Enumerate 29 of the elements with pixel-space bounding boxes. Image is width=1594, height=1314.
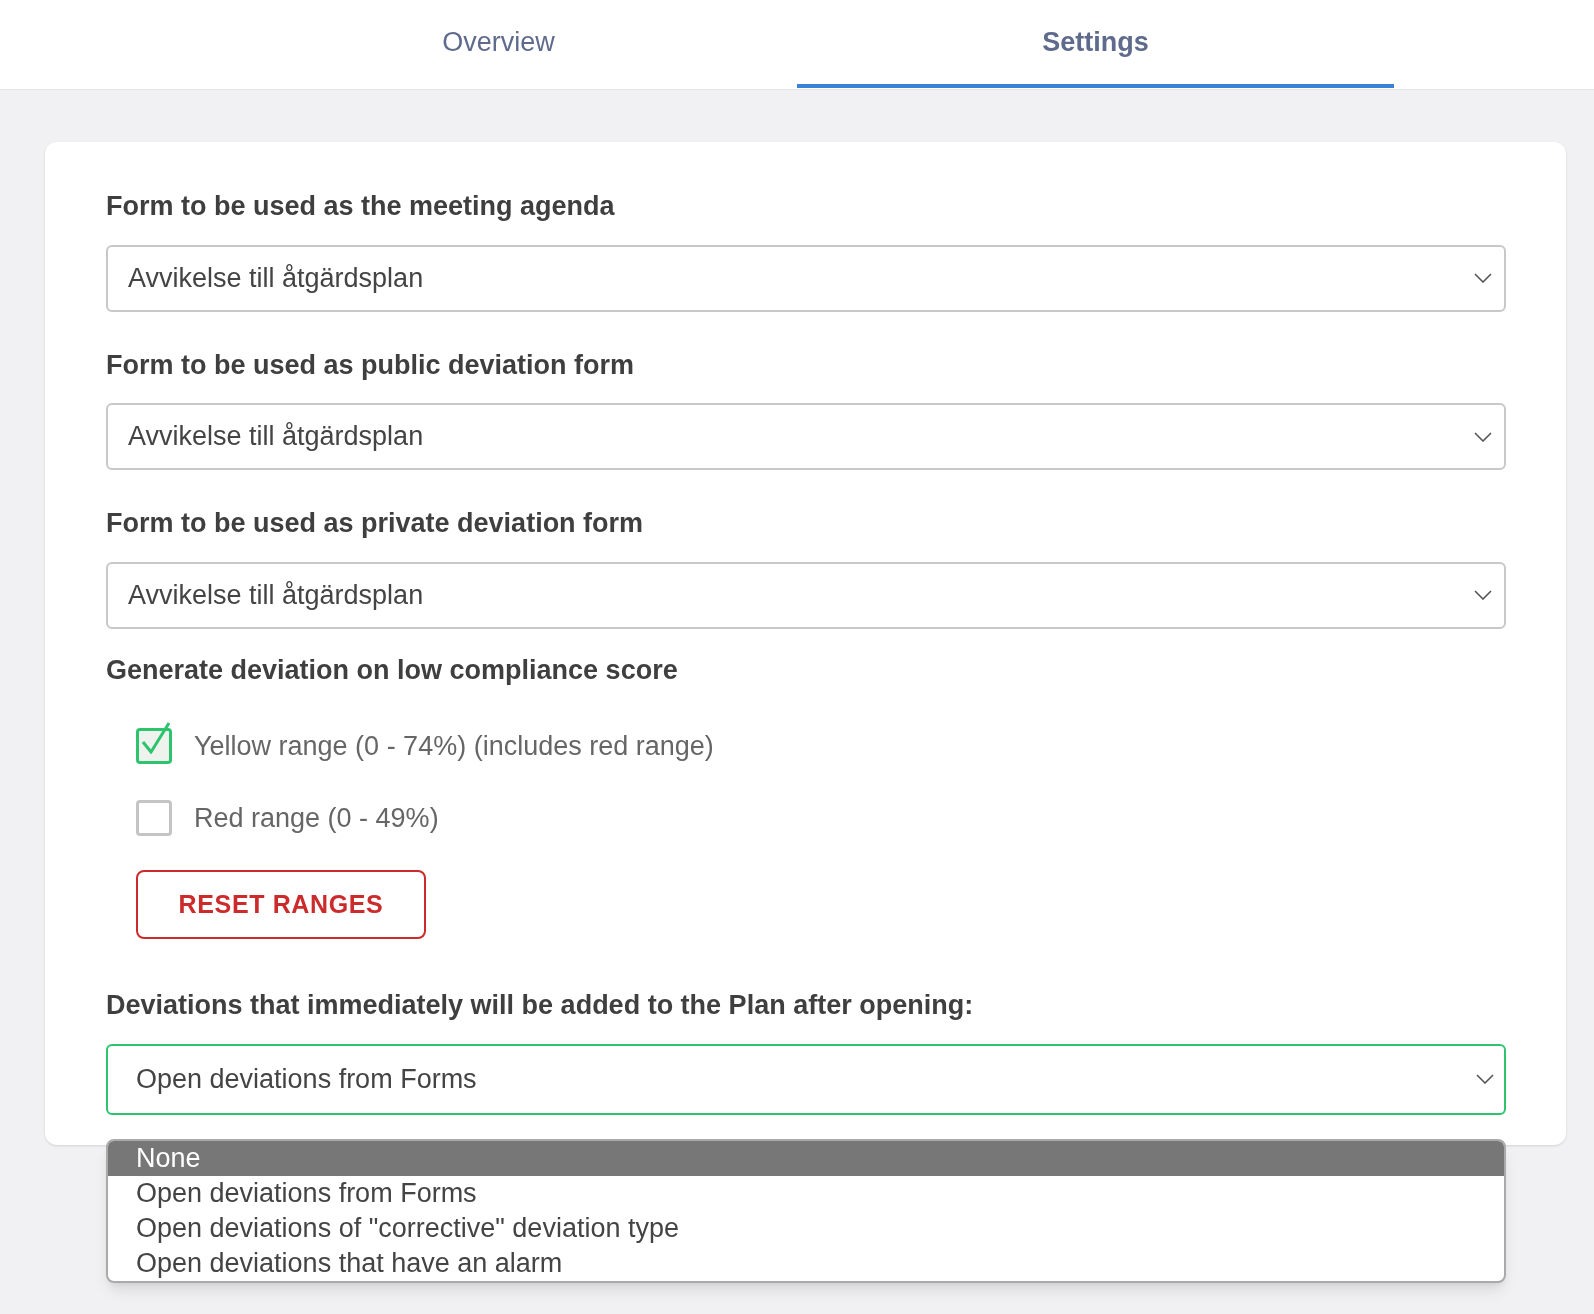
checkbox[interactable]: [136, 800, 172, 836]
checkbox[interactable]: [136, 728, 172, 764]
select-value: Avvikelse till åtgärdsplan: [128, 420, 424, 454]
select-value: Avvikelse till åtgärdsplan: [128, 261, 424, 295]
checkbox-label: Yellow range (0 - 74%) (includes red range): [194, 729, 714, 763]
dropdown-option[interactable]: Open deviations of "corrective" deviation type: [108, 1211, 1504, 1246]
select-field[interactable]: Avvikelse till åtgärdsplan: [106, 561, 1506, 629]
select-field[interactable]: Open deviations from Forms: [106, 1043, 1506, 1115]
checkmark-icon: [142, 722, 170, 754]
select-value: Avvikelse till åtgärdsplan: [128, 578, 424, 612]
dropdown-option[interactable]: Open deviations from Forms: [108, 1176, 1504, 1211]
field-label: Form to be used as private deviation form: [106, 507, 645, 540]
field-label: Form to be used as public deviation form: [106, 348, 636, 382]
section-heading: Generate deviation on low compliance score: [106, 653, 679, 687]
chevron-down-icon: [1476, 1074, 1494, 1084]
field-label: Form to be used as the meeting agenda: [106, 190, 616, 223]
checkbox-label: Red range (0 - 49%): [194, 801, 439, 835]
select-field[interactable]: Avvikelse till åtgärdsplan: [106, 244, 1506, 312]
chevron-down-icon: [1474, 590, 1492, 600]
field-label: Deviations that immediately will be added to the Plan after opening:: [106, 989, 975, 1022]
tab[interactable]: Overview: [200, 0, 797, 88]
chevron-down-icon: [1474, 273, 1492, 283]
dropdown-option[interactable]: None: [108, 1141, 1504, 1176]
chevron-down-icon: [1474, 431, 1492, 442]
select-value: Open deviations from Forms: [136, 1062, 477, 1096]
tab[interactable]: Settings: [797, 0, 1394, 88]
dropdown-option[interactable]: Open deviations that have an alarm: [108, 1246, 1504, 1281]
reset-ranges-button[interactable]: RESET RANGES: [136, 870, 426, 939]
select-field[interactable]: Avvikelse till åtgärdsplan: [106, 403, 1506, 470]
